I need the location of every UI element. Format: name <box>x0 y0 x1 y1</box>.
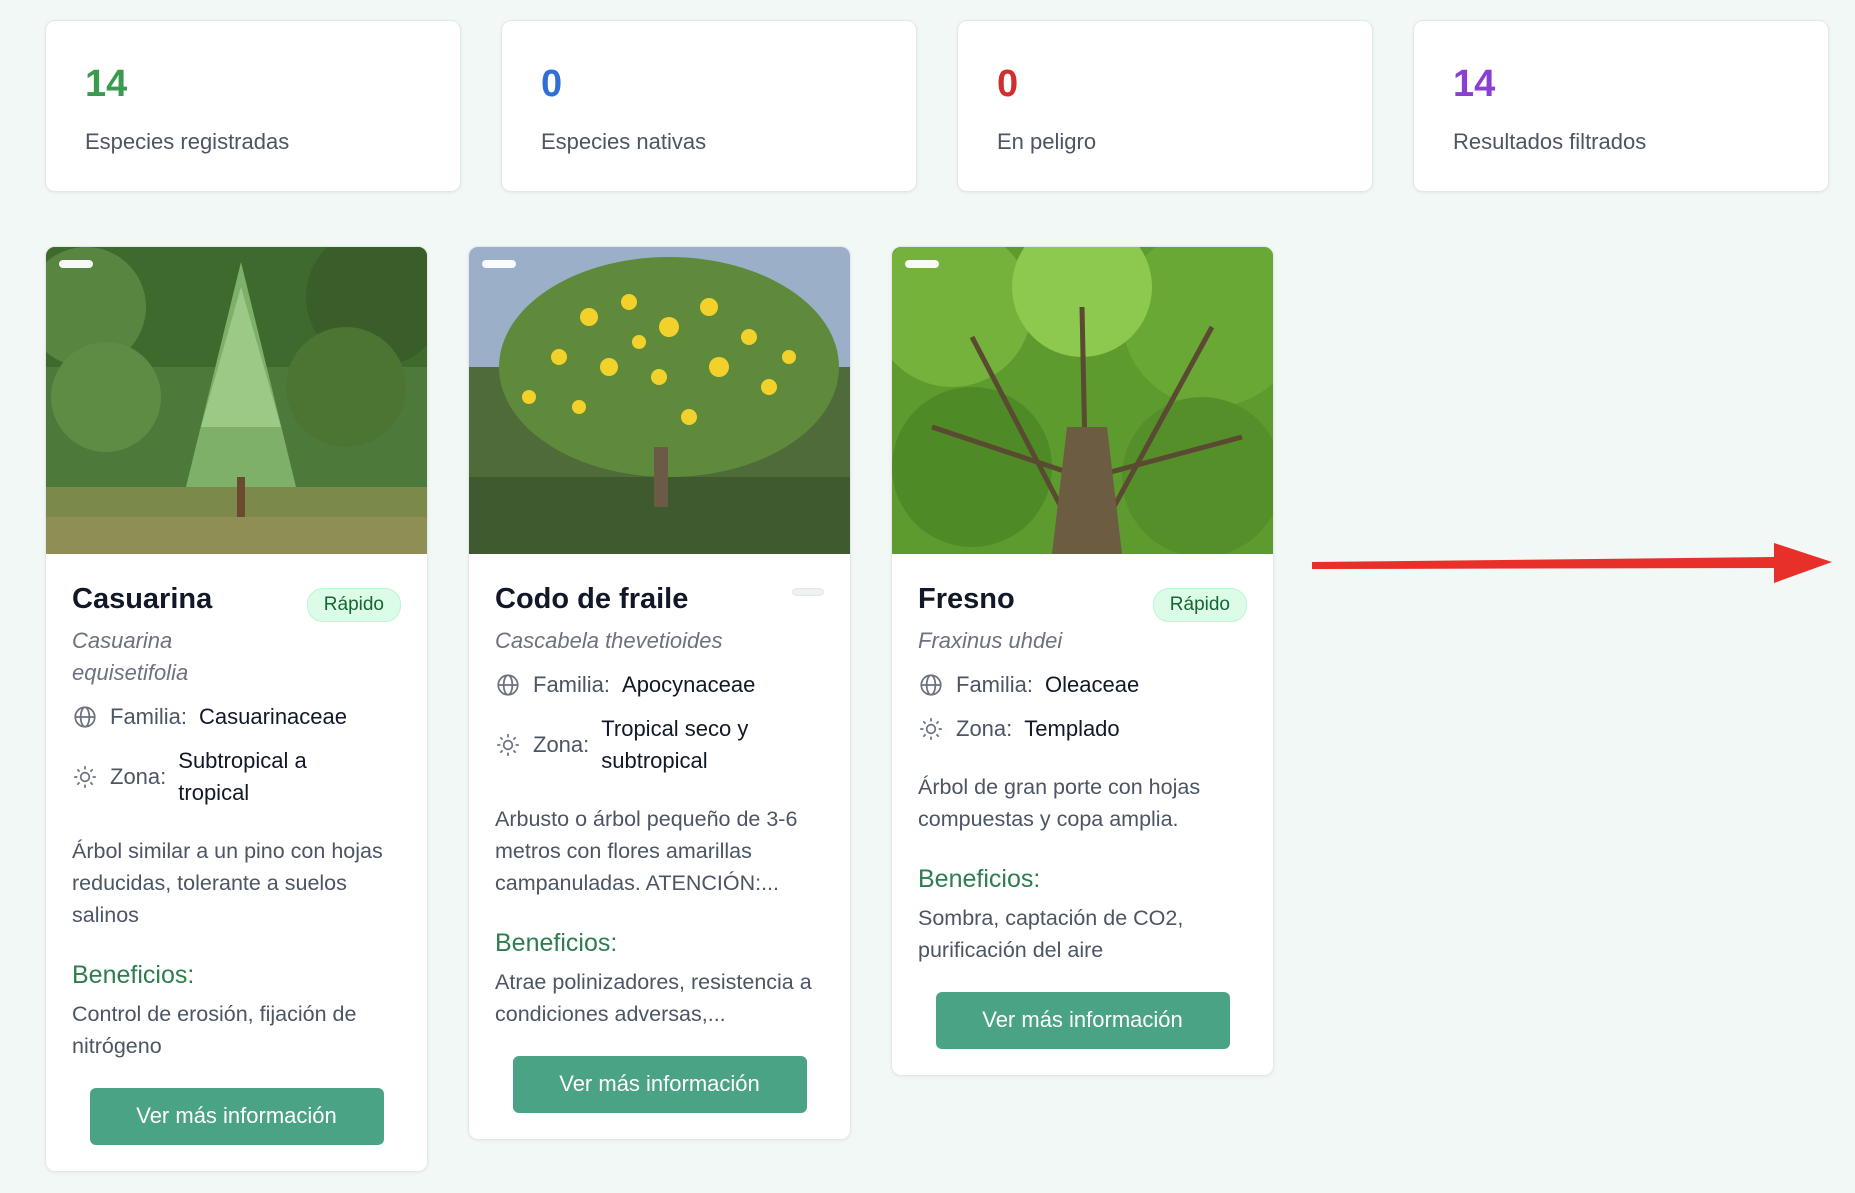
stat-value: 0 <box>997 63 1019 105</box>
image-badge <box>59 260 93 268</box>
image-badge <box>482 260 516 268</box>
species-card-fresno: Fresno Rápido Fraxinus uhdei Familia: Ol… <box>891 246 1274 1076</box>
species-description: Arbusto o árbol pequeño de 3-6 metros co… <box>495 806 798 895</box>
stat-value: 14 <box>85 63 128 105</box>
stat-label: Especies registradas <box>85 129 290 154</box>
globe-icon <box>74 706 96 728</box>
species-name: Codo de fraile <box>495 583 689 615</box>
species-card-codo-de-fraile: Codo de fraile Cascabela thevetioides Fa… <box>468 246 851 1140</box>
stat-card-native: 0 Especies nativas <box>501 20 917 192</box>
family-value: Casuarinaceae <box>199 703 347 729</box>
scientific-name: Cascabela thevetioides <box>495 627 723 653</box>
more-info-button[interactable]: Ver más información <box>89 1087 384 1145</box>
family-label: Familia: <box>533 671 611 697</box>
globe-icon <box>920 674 942 696</box>
annotation-arrow <box>1312 543 1832 583</box>
species-description: Árbol de gran porte con hojas compuestas… <box>918 774 1201 831</box>
family-label: Familia: <box>956 671 1034 697</box>
stat-card-endangered: 0 En peligro <box>957 20 1373 192</box>
family-row: Familia: Casuarinaceae <box>72 701 401 733</box>
stat-value: 0 <box>541 63 563 105</box>
stat-card-registered: 14 Especies registradas <box>45 20 461 192</box>
sun-icon <box>74 765 96 788</box>
more-info-button[interactable]: Ver más información <box>935 991 1230 1049</box>
zone-value: Tropical seco y subtropical <box>601 715 749 773</box>
growth-badge: Rápido <box>306 588 401 622</box>
species-image <box>892 247 1273 554</box>
sun-icon <box>920 717 942 740</box>
zone-label: Zona: <box>533 731 590 757</box>
scientific-name: Fraxinus uhdei <box>918 627 1063 653</box>
benefits-text: Sombra, captación de CO2, purificación d… <box>918 905 1184 962</box>
zone-row: Zona: Subtropical a tropical <box>72 745 401 809</box>
benefits-text: Control de erosión, fijación de nitrógen… <box>72 1001 357 1058</box>
family-value: Oleaceae <box>1045 671 1140 697</box>
growth-badge: Rápido <box>1152 588 1247 622</box>
stats-row: 14 Especies registradas 0 Especies nativ… <box>45 20 1829 192</box>
family-value: Apocynaceae <box>622 671 756 697</box>
stat-label: En peligro <box>997 129 1097 154</box>
stat-label: Especies nativas <box>541 129 707 154</box>
species-image <box>469 247 850 554</box>
more-info-button[interactable]: Ver más información <box>512 1055 807 1113</box>
family-row: Familia: Apocynaceae <box>495 669 824 701</box>
stat-card-filtered: 14 Resultados filtrados <box>1413 20 1829 192</box>
benefits-title: Beneficios: <box>495 928 618 957</box>
stat-label: Resultados filtrados <box>1453 129 1647 154</box>
zone-row: Zona: Templado <box>918 713 1247 745</box>
zone-row: Zona: Tropical seco y subtropical <box>495 713 824 777</box>
sun-icon <box>497 733 519 756</box>
zone-value: Templado <box>1024 715 1120 741</box>
family-label: Familia: <box>110 703 188 729</box>
species-description: Árbol similar a un pino con hojas reduci… <box>72 838 383 927</box>
benefits-text: Atrae polinizadores, resistencia a condi… <box>495 969 812 1026</box>
globe-icon <box>497 674 519 696</box>
scientific-name: Casuarina equisetifolia <box>72 627 189 685</box>
growth-badge <box>792 588 824 596</box>
species-card-casuarina: Casuarina Rápido Casuarina equisetifolia… <box>45 246 428 1172</box>
stat-value: 14 <box>1453 63 1496 105</box>
zone-value: Subtropical a tropical <box>178 747 307 805</box>
benefits-title: Beneficios: <box>918 864 1041 893</box>
image-badge <box>905 260 939 268</box>
family-row: Familia: Oleaceae <box>918 669 1247 701</box>
species-image <box>46 247 427 554</box>
zone-label: Zona: <box>956 715 1013 741</box>
zone-label: Zona: <box>110 763 167 789</box>
benefits-title: Beneficios: <box>72 960 195 989</box>
